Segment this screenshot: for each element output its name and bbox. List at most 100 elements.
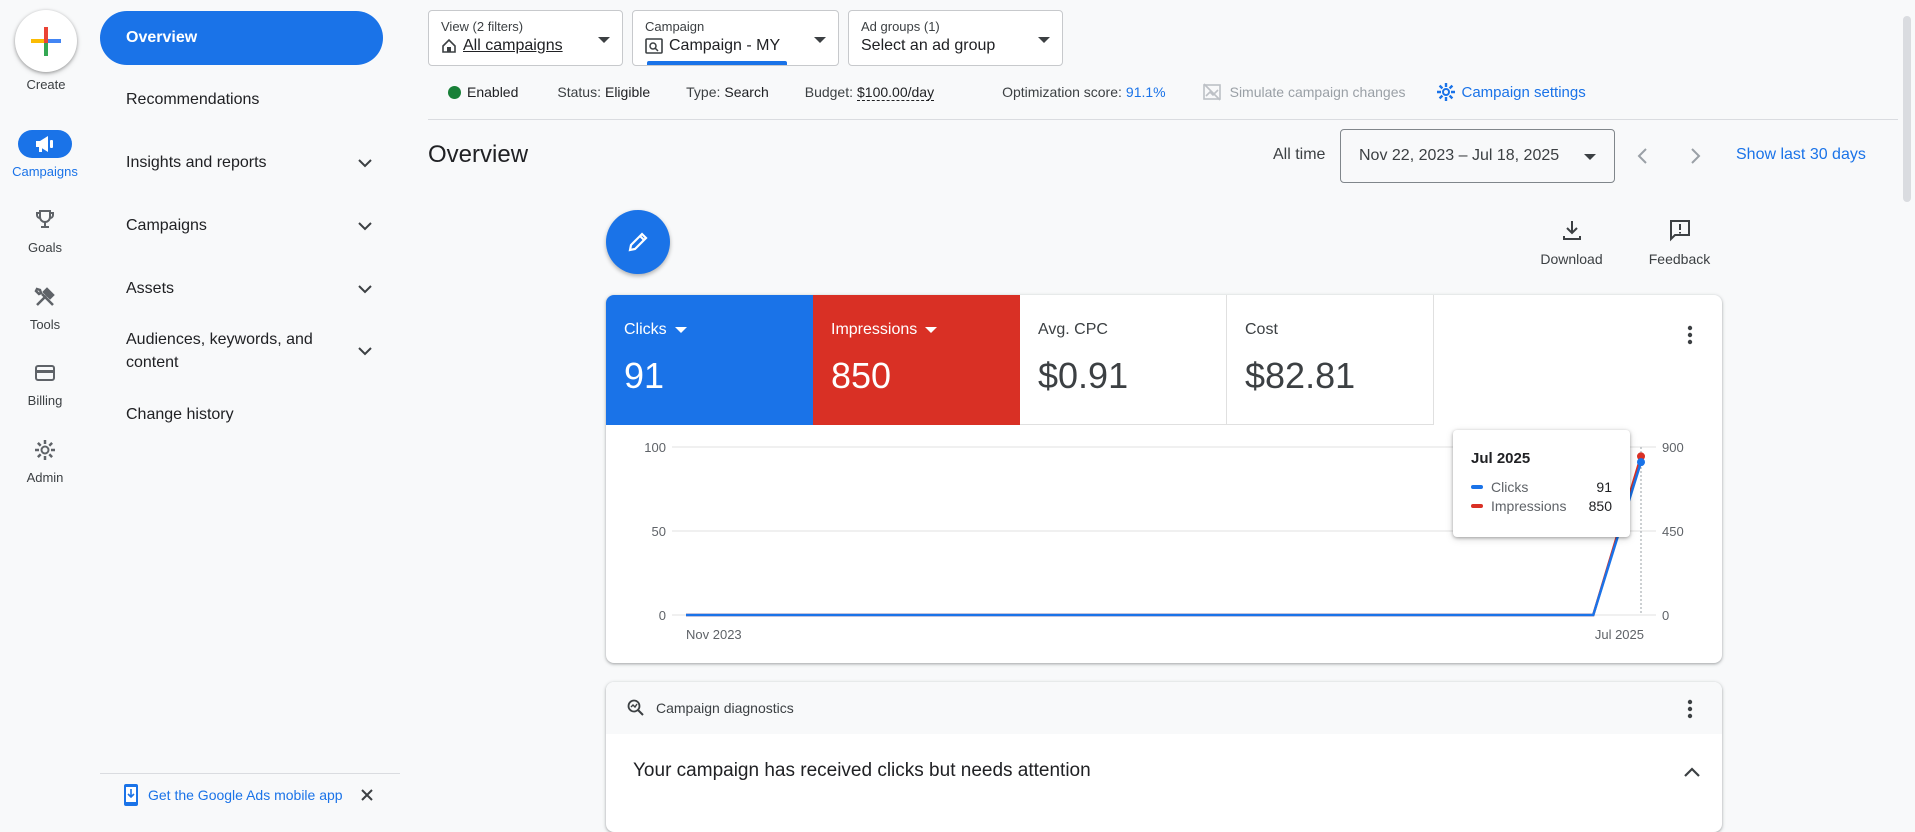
chevron-up-icon[interactable] bbox=[1680, 760, 1704, 784]
rail-item-goals[interactable]: Goals bbox=[0, 206, 90, 255]
campaign-selector-value: Campaign - MY bbox=[669, 37, 781, 54]
metric-cost[interactable]: Cost $82.81 bbox=[1227, 295, 1434, 425]
metric-avg-cpc[interactable]: Avg. CPC $0.91 bbox=[1020, 295, 1227, 425]
nav-item-audiences[interactable]: Audiences, keywords, and content bbox=[126, 328, 376, 374]
metric-label: Impressions bbox=[831, 321, 918, 338]
feedback-icon bbox=[1669, 220, 1690, 242]
metric-value: 850 bbox=[831, 355, 892, 396]
edit-button[interactable] bbox=[606, 210, 670, 274]
chevron-down-icon bbox=[358, 285, 372, 294]
megaphone-icon bbox=[36, 136, 53, 152]
type-label: Type: bbox=[686, 84, 721, 100]
selected-indicator bbox=[647, 61, 787, 65]
y-left-tick-label: 100 bbox=[644, 440, 666, 455]
optimization-label: Optimization score: bbox=[1002, 84, 1122, 100]
x-tick-label: Jul 2025 bbox=[1595, 627, 1644, 642]
campaign-settings-link[interactable]: Campaign settings bbox=[1462, 84, 1586, 101]
campaign-diagnostics-card: Campaign diagnostics Your campaign has r… bbox=[606, 682, 1722, 832]
tooltip-series-name: Clicks bbox=[1491, 479, 1529, 495]
more-vert-icon[interactable] bbox=[1680, 323, 1700, 347]
metric-value: $82.81 bbox=[1245, 355, 1356, 396]
diagnostics-search-icon bbox=[627, 699, 644, 716]
legend-swatch bbox=[1471, 504, 1483, 508]
type-value: Search bbox=[724, 84, 769, 100]
rail-item-tools[interactable]: Tools bbox=[0, 283, 90, 332]
mobile-app-link[interactable]: Get the Google Ads mobile app bbox=[148, 787, 343, 803]
tooltip-series-value: 850 bbox=[1588, 498, 1612, 514]
campaign-selector[interactable]: Campaign Campaign - MY bbox=[632, 10, 839, 66]
mobile-app-banner: Get the Google Ads mobile app bbox=[100, 773, 400, 816]
chevron-down-icon bbox=[358, 222, 372, 231]
create-label: Create bbox=[26, 77, 66, 92]
performance-card: Clicks 91 Impressions 850 Avg. CPC $0.91… bbox=[606, 295, 1722, 663]
caret-down-icon bbox=[925, 327, 938, 333]
tooltip-title: Jul 2025 bbox=[1471, 450, 1531, 467]
left-rail: Create Campaigns Goals Tools Billing Adm… bbox=[0, 0, 92, 816]
diagnostics-title: Campaign diagnostics bbox=[656, 700, 794, 716]
nav-item-overview[interactable]: Overview bbox=[100, 11, 383, 65]
legend-swatch bbox=[1471, 485, 1483, 489]
metric-value: $0.91 bbox=[1038, 355, 1129, 396]
metric-clicks[interactable]: Clicks 91 bbox=[606, 295, 813, 425]
nav-item-label: Recommendations bbox=[126, 91, 260, 108]
show-last-30-days-button[interactable]: Show last 30 days bbox=[1736, 146, 1866, 164]
tooltip-series-value: 91 bbox=[1596, 479, 1612, 495]
optimization-score[interactable]: 91.1% bbox=[1126, 84, 1166, 100]
rail-label: Admin bbox=[26, 470, 64, 485]
download-label: Download bbox=[1540, 251, 1603, 267]
nav-item-assets[interactable]: Assets bbox=[126, 277, 376, 301]
simulate-changes-button[interactable]: Simulate campaign changes bbox=[1230, 84, 1406, 100]
rail-item-billing[interactable]: Billing bbox=[0, 359, 90, 408]
header-divider bbox=[428, 119, 1898, 120]
metric-label: Clicks bbox=[624, 321, 667, 338]
nav-item-label: Change history bbox=[126, 406, 234, 423]
nav-item-change-history[interactable]: Change history bbox=[126, 403, 376, 427]
tooltip-row: Impressions 850 bbox=[1471, 498, 1612, 514]
rail-label: Billing bbox=[27, 393, 63, 408]
y-right-tick-label: 450 bbox=[1662, 524, 1684, 539]
more-vert-icon[interactable] bbox=[1680, 697, 1700, 721]
gear-icon bbox=[1436, 83, 1455, 101]
feedback-button[interactable]: Feedback bbox=[1642, 218, 1717, 267]
nav-item-campaigns[interactable]: Campaigns bbox=[126, 214, 376, 238]
dropdown-caret-icon bbox=[598, 37, 610, 43]
y-left-tick-label: 0 bbox=[659, 608, 666, 623]
navigation-panel: Overview Recommendations Insights and re… bbox=[100, 0, 400, 816]
create-button[interactable] bbox=[15, 10, 77, 72]
date-range-picker[interactable]: Nov 22, 2023 – Jul 18, 2025 bbox=[1340, 129, 1615, 183]
close-icon[interactable] bbox=[359, 787, 375, 803]
nav-item-insights[interactable]: Insights and reports bbox=[126, 151, 376, 175]
ad-groups-selector-value: Select an ad group bbox=[861, 37, 996, 54]
view-selector[interactable]: View (2 filters) All campaigns bbox=[428, 10, 623, 66]
chevron-left-icon[interactable] bbox=[1632, 144, 1654, 168]
trophy-icon bbox=[36, 210, 54, 228]
dropdown-caret-icon bbox=[814, 37, 826, 43]
metric-impressions[interactable]: Impressions 850 bbox=[813, 295, 1020, 425]
simulate-icon bbox=[1202, 83, 1221, 101]
budget-label: Budget: bbox=[804, 84, 853, 100]
metric-value: 91 bbox=[624, 355, 665, 396]
rail-item-admin[interactable]: Admin bbox=[0, 436, 90, 485]
tooltip-row: Clicks 91 bbox=[1471, 479, 1612, 495]
metric-label: Cost bbox=[1245, 321, 1278, 338]
nav-item-label: Assets bbox=[126, 280, 175, 297]
search-campaign-icon bbox=[645, 38, 663, 54]
ad-groups-selector[interactable]: Ad groups (1) Select an ad group bbox=[848, 10, 1063, 66]
diagnostics-header: Campaign diagnostics bbox=[606, 682, 1722, 734]
caret-down-icon bbox=[674, 327, 687, 333]
date-range-value: Nov 22, 2023 – Jul 18, 2025 bbox=[1359, 147, 1560, 164]
metric-label: Avg. CPC bbox=[1038, 321, 1108, 338]
dropdown-caret-icon bbox=[1038, 37, 1050, 43]
rail-item-campaigns[interactable]: Campaigns bbox=[0, 130, 90, 179]
status-value: Eligible bbox=[604, 84, 651, 100]
nav-item-label: Insights and reports bbox=[126, 154, 267, 171]
y-left-tick-label: 50 bbox=[652, 524, 666, 539]
home-icon bbox=[442, 38, 456, 53]
rail-label: Goals bbox=[28, 240, 62, 255]
chevron-right-icon[interactable] bbox=[1684, 144, 1706, 168]
page-scrollbar[interactable] bbox=[1903, 16, 1911, 202]
nav-item-recommendations[interactable]: Recommendations bbox=[126, 88, 376, 112]
x-tick-label: Nov 2023 bbox=[686, 627, 742, 642]
download-button[interactable]: Download bbox=[1534, 218, 1609, 267]
budget-value[interactable]: $100.00/day bbox=[857, 84, 935, 101]
